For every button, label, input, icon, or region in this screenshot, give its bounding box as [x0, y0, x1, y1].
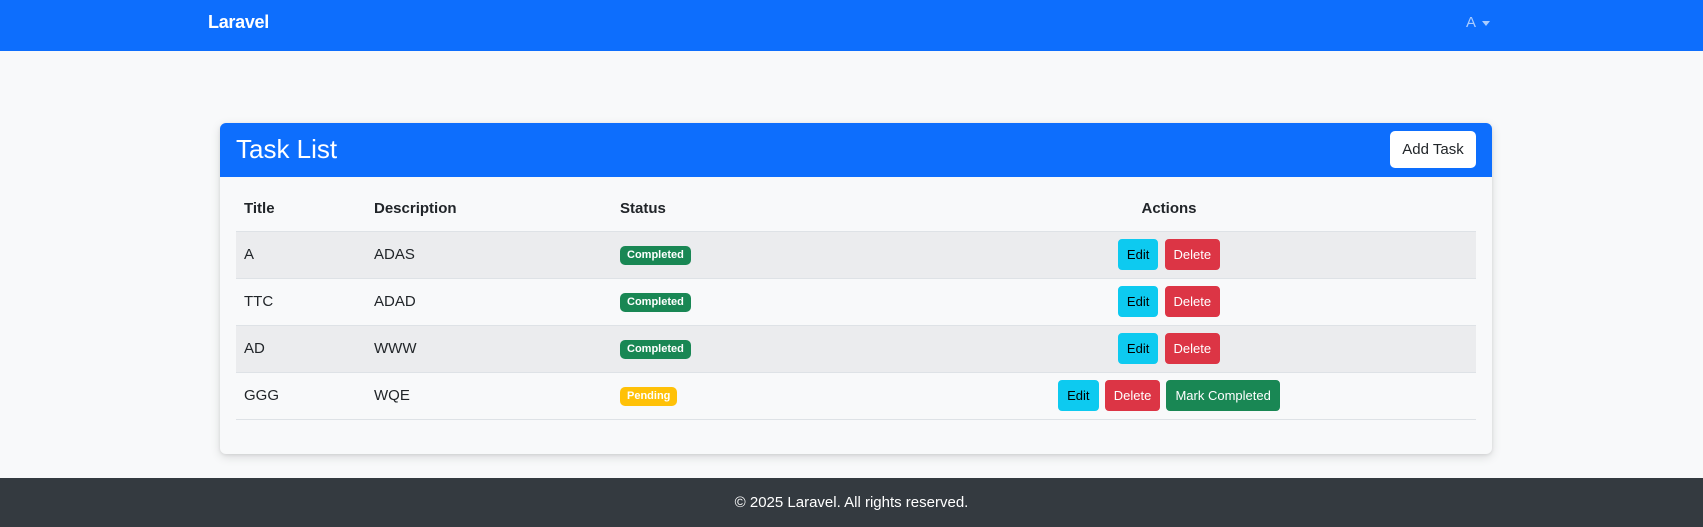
task-table: Title Description Status Actions A ADAS …: [236, 186, 1476, 420]
task-list-card: Task List Add Task Title Description Sta…: [220, 123, 1492, 454]
task-status-cell: Completed: [612, 278, 862, 326]
edit-button[interactable]: Edit: [1117, 239, 1159, 270]
task-description: WQE: [366, 372, 612, 420]
table-row: GGG WQE Pending Edit Delete Mark Complet…: [236, 372, 1476, 420]
footer-copyright: © 2025 Laravel. All rights reserved.: [734, 494, 969, 511]
task-actions: Edit Delete: [862, 325, 1476, 373]
header-status: Status: [612, 186, 862, 232]
header-actions: Actions: [862, 186, 1476, 232]
task-actions: Edit Delete: [862, 231, 1476, 279]
task-description: ADAD: [366, 278, 612, 326]
edit-button[interactable]: Edit: [1117, 333, 1159, 364]
page-footer: © 2025 Laravel. All rights reserved.: [0, 478, 1703, 527]
brand-link[interactable]: Laravel: [208, 12, 269, 33]
page-title: Task List: [236, 134, 338, 164]
edit-button[interactable]: Edit: [1058, 380, 1099, 411]
task-actions: Edit Delete Mark Completed: [862, 372, 1476, 420]
user-name: A: [1466, 14, 1477, 31]
delete-button[interactable]: Delete: [1164, 333, 1221, 364]
status-badge: Completed: [620, 292, 691, 312]
task-status-cell: Completed: [612, 231, 862, 279]
task-status-cell: Completed: [612, 325, 862, 373]
status-badge: Completed: [620, 245, 691, 265]
status-badge: Pending: [620, 386, 678, 406]
header-description: Description: [366, 186, 612, 232]
delete-button[interactable]: Delete: [1164, 239, 1221, 270]
task-title: GGG: [236, 372, 366, 420]
task-title: TTC: [236, 278, 366, 326]
top-navbar: Laravel A: [0, 0, 1703, 51]
card-header: Task List Add Task: [220, 123, 1492, 177]
table-header-row: Title Description Status Actions: [236, 186, 1476, 232]
edit-button[interactable]: Edit: [1117, 286, 1159, 317]
task-title: A: [236, 231, 366, 279]
status-badge: Completed: [620, 339, 691, 359]
delete-button[interactable]: Delete: [1104, 380, 1161, 411]
table-row: A ADAS Completed Edit Delete: [236, 231, 1476, 279]
task-actions: Edit Delete: [862, 278, 1476, 326]
task-description: WWW: [366, 325, 612, 373]
task-status-cell: Pending: [612, 372, 862, 420]
add-task-button[interactable]: Add Task: [1390, 131, 1476, 168]
task-description: ADAS: [366, 231, 612, 279]
mark-completed-button[interactable]: Mark Completed: [1166, 380, 1280, 411]
table-row: TTC ADAD Completed Edit Delete: [236, 278, 1476, 326]
user-dropdown[interactable]: A: [1466, 14, 1491, 31]
task-title: AD: [236, 325, 366, 373]
table-row: AD WWW Completed Edit Delete: [236, 325, 1476, 373]
header-title: Title: [236, 186, 366, 232]
caret-down-icon: [1482, 21, 1491, 26]
delete-button[interactable]: Delete: [1164, 286, 1221, 317]
